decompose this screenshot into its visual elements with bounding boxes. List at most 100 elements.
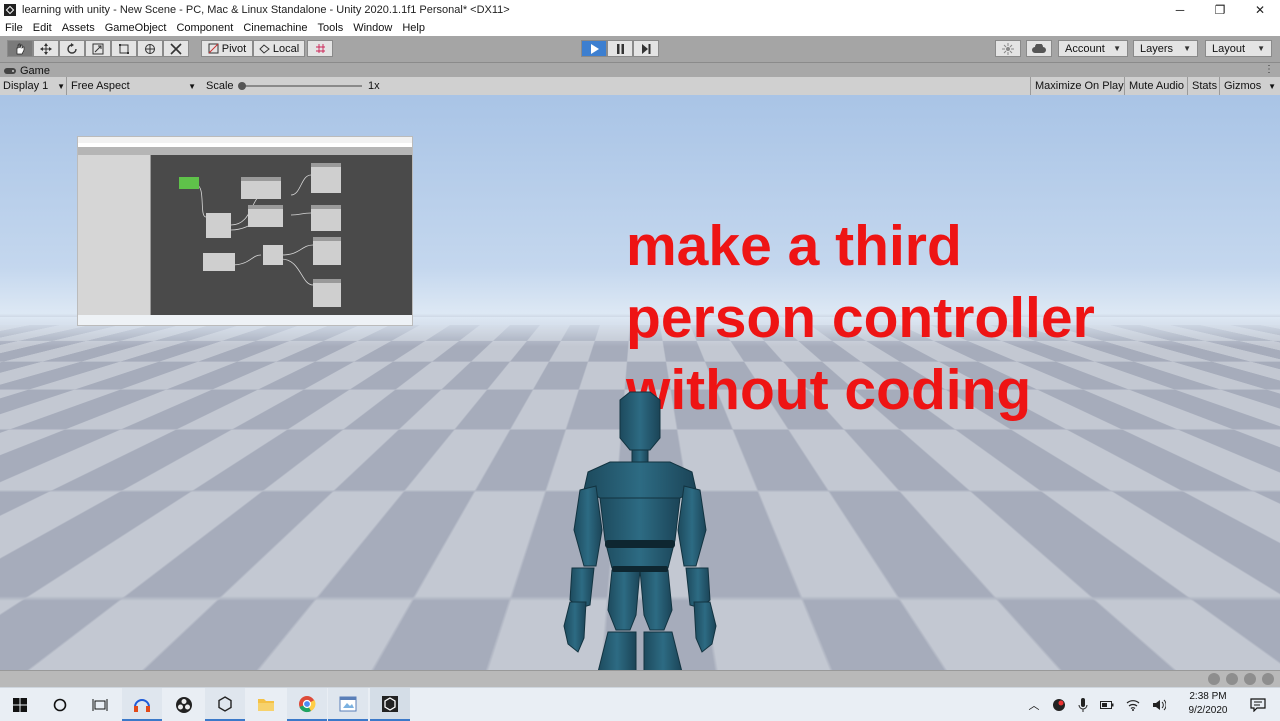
transform-tool-button[interactable] — [137, 40, 163, 57]
local-label: Local — [273, 43, 299, 55]
task-view-button[interactable] — [80, 688, 120, 721]
caret-down-icon: ▼ — [1268, 82, 1276, 91]
local-button[interactable]: Local — [253, 40, 305, 57]
menu-gameobject[interactable]: GameObject — [100, 22, 172, 34]
account-dropdown[interactable]: Account ▼ — [1058, 40, 1128, 57]
taskbar-app-file-explorer[interactable] — [246, 688, 286, 721]
chrome-icon — [298, 695, 316, 713]
move-tool-button[interactable] — [33, 40, 59, 57]
clock-date: 9/2/2020 — [1182, 704, 1234, 718]
layout-label: Layout — [1212, 43, 1245, 55]
minimize-button[interactable]: ─ — [1160, 0, 1200, 19]
rect-tool-button[interactable] — [111, 40, 137, 57]
unity-icon — [217, 696, 233, 712]
layers-label: Layers — [1140, 43, 1173, 55]
caret-down-icon: ▼ — [57, 82, 65, 91]
search-button[interactable] — [40, 688, 80, 721]
menu-window[interactable]: Window — [348, 22, 397, 34]
window-titlebar: learning with unity - New Scene - PC, Ma… — [0, 0, 1280, 19]
step-icon — [641, 44, 651, 54]
scale-tool-button[interactable] — [85, 40, 111, 57]
step-button[interactable] — [633, 40, 659, 57]
taskbar-clock[interactable]: 2:38 PM 9/2/2020 — [1182, 690, 1234, 718]
maximize-on-play-toggle[interactable]: Maximize On Play — [1030, 77, 1128, 95]
third-person-character — [550, 390, 730, 672]
headline-line-2: person controller — [626, 282, 1095, 354]
wifi-icon[interactable] — [1126, 699, 1140, 711]
game-controller-icon — [4, 67, 16, 75]
slider-thumb[interactable] — [238, 82, 246, 90]
caret-down-icon: ▼ — [188, 82, 196, 91]
display-dropdown[interactable]: Display 1 ▼ — [3, 77, 65, 95]
obs-icon — [175, 696, 193, 714]
close-button[interactable]: ✕ — [1240, 0, 1280, 19]
tab-game-label: Game — [20, 65, 50, 77]
mute-audio-toggle[interactable]: Mute Audio — [1124, 77, 1188, 95]
taskbar-app-unity-hub[interactable] — [205, 688, 245, 721]
rotate-icon — [66, 43, 78, 55]
aspect-dropdown[interactable]: Free Aspect ▼ — [66, 77, 200, 95]
kebab-menu-icon[interactable]: ⋮ — [1264, 64, 1274, 75]
transform-tools — [7, 40, 189, 57]
chevron-up-icon[interactable]: ︿ — [1026, 697, 1042, 713]
headline-line-1: make a third — [626, 210, 1095, 282]
rotate-tool-button[interactable] — [59, 40, 85, 57]
microphone-icon[interactable] — [1078, 698, 1088, 712]
battery-icon[interactable] — [1100, 700, 1114, 710]
move-icon — [40, 43, 52, 55]
stats-toggle[interactable]: Stats — [1187, 77, 1221, 95]
auto-generate-lighting-icon[interactable] — [1208, 673, 1220, 685]
display-label: Display 1 — [3, 80, 48, 92]
tools-icon — [170, 43, 182, 55]
menu-edit[interactable]: Edit — [28, 22, 57, 34]
debug-mode-icon[interactable] — [1244, 673, 1256, 685]
game-window-tab-bar: Game ⋮ — [0, 62, 1280, 78]
gizmos-label: Gizmos — [1224, 80, 1261, 92]
menu-tools[interactable]: Tools — [313, 22, 349, 34]
taskbar-app-chrome[interactable] — [287, 688, 327, 721]
play-icon — [590, 44, 599, 54]
notification-icon — [1250, 698, 1266, 712]
app-tray-icon[interactable] — [1052, 698, 1066, 712]
menu-cinemachine[interactable]: Cinemachine — [238, 22, 312, 34]
clock-time: 2:38 PM — [1182, 690, 1234, 704]
pivot-label: Pivot — [222, 43, 246, 55]
cloud-button[interactable] — [1026, 40, 1052, 57]
transform-icon — [144, 43, 156, 55]
scale-icon — [92, 43, 104, 55]
action-center-button[interactable] — [1238, 688, 1278, 721]
pivot-icon — [208, 43, 219, 54]
menu-file[interactable]: File — [0, 22, 28, 34]
tab-game[interactable]: Game — [4, 63, 50, 78]
scale-slider[interactable] — [238, 77, 364, 95]
layout-dropdown[interactable]: Layout ▼ — [1205, 40, 1272, 57]
gizmos-dropdown[interactable]: Gizmos ▼ — [1219, 77, 1280, 95]
pivot-button[interactable]: Pivot — [201, 40, 253, 57]
menu-component[interactable]: Component — [171, 22, 238, 34]
start-button[interactable] — [0, 688, 40, 721]
hand-tool-button[interactable] — [7, 40, 33, 57]
taskbar-app-unity-editor[interactable] — [370, 688, 410, 721]
account-label: Account — [1065, 43, 1105, 55]
scale-value: 1x — [368, 77, 380, 95]
snap-button[interactable] — [307, 40, 333, 57]
menu-help[interactable]: Help — [397, 22, 430, 34]
taskbar-app-paint[interactable] — [328, 688, 368, 721]
pivot-group: Pivot Local — [201, 40, 333, 57]
custom-tool-button[interactable] — [163, 40, 189, 57]
volume-icon[interactable] — [1152, 699, 1166, 711]
unity-logo-icon — [4, 4, 16, 16]
folder-icon — [257, 697, 275, 712]
taskbar-app-audacity[interactable] — [122, 688, 162, 721]
play-button[interactable] — [581, 40, 607, 57]
menu-assets[interactable]: Assets — [57, 22, 100, 34]
pause-button[interactable] — [607, 40, 633, 57]
collab-button[interactable] — [995, 40, 1021, 57]
task-view-icon — [92, 698, 108, 712]
pause-icon — [616, 44, 625, 54]
cloud-icon — [1032, 44, 1046, 53]
playback-controls — [581, 40, 659, 57]
maximize-button[interactable]: ❐ — [1200, 0, 1240, 19]
taskbar-app-obs[interactable] — [164, 688, 204, 721]
layers-dropdown[interactable]: Layers ▼ — [1133, 40, 1198, 57]
